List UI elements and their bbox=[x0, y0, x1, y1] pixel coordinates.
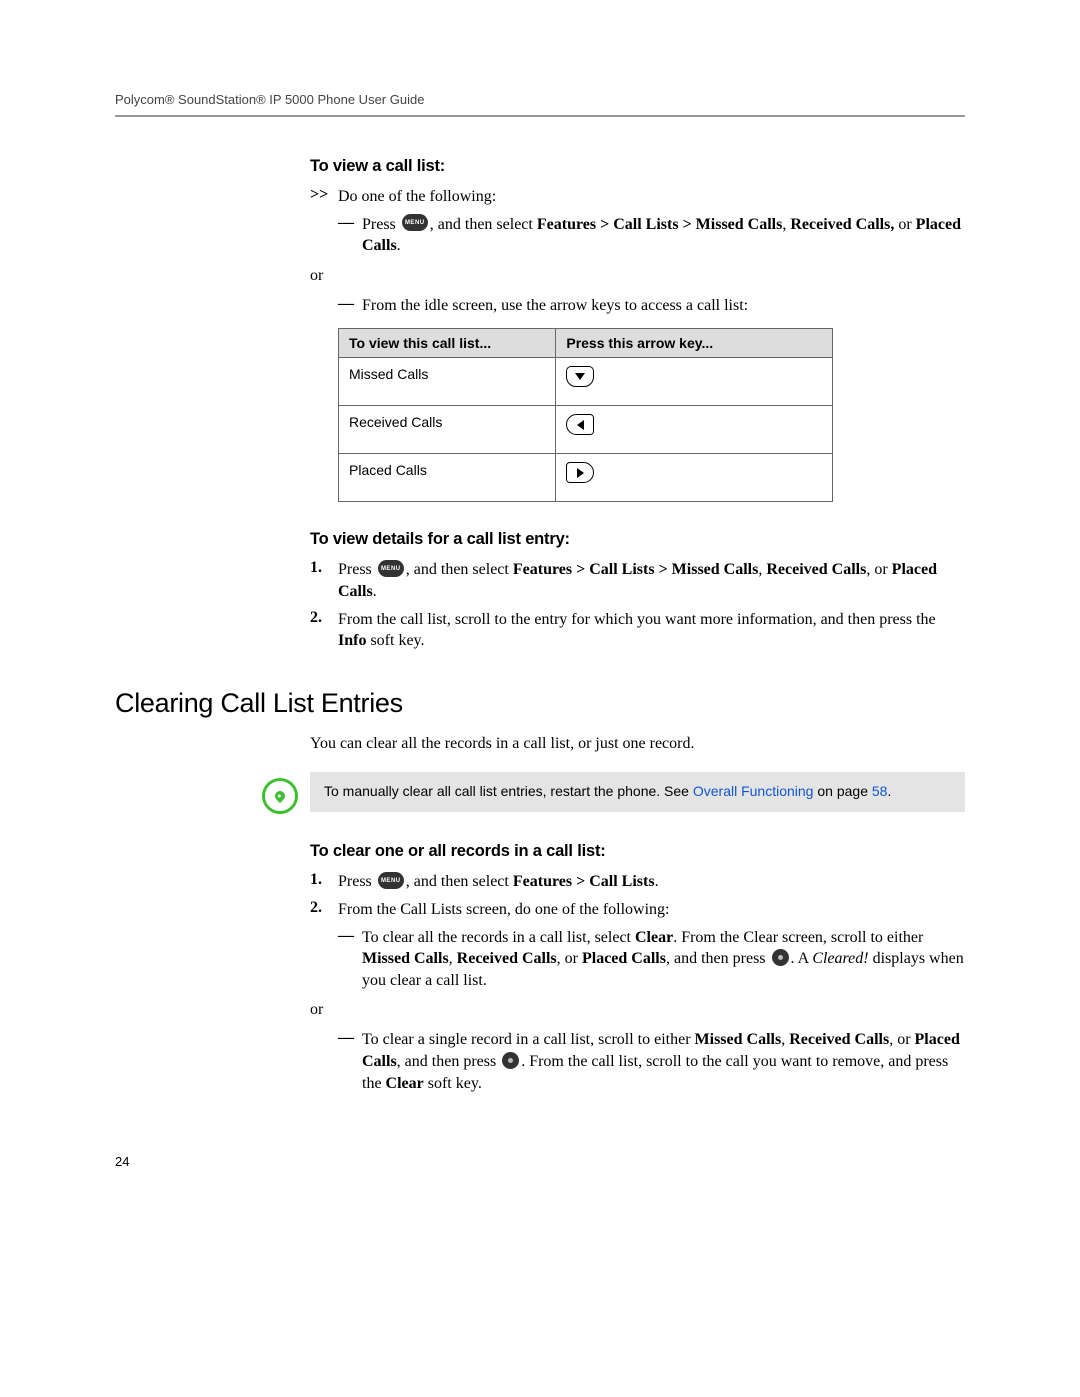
select-button-icon bbox=[502, 1052, 519, 1069]
step-text: From the call list, scroll to the entry … bbox=[338, 609, 965, 652]
cell-key-left bbox=[556, 406, 833, 454]
menu-button-icon: MENU bbox=[402, 214, 428, 231]
dash-marker: — bbox=[338, 1029, 362, 1094]
cell-received: Received Calls bbox=[339, 406, 556, 454]
table-row: Placed Calls bbox=[339, 454, 833, 502]
table-row: Missed Calls bbox=[339, 358, 833, 406]
or-separator: or bbox=[310, 267, 965, 285]
h2-clearing-entries: Clearing Call List Entries bbox=[115, 688, 965, 719]
option-clear-all: — To clear all the records in a call lis… bbox=[338, 927, 965, 992]
dash-marker: — bbox=[338, 295, 362, 317]
link-overall-functioning[interactable]: Overall Functioning bbox=[693, 783, 814, 799]
arrow-left-icon bbox=[566, 414, 594, 435]
running-header: Polycom® SoundStation® IP 5000 Phone Use… bbox=[115, 92, 965, 117]
arrow-key-table: To view this call list... Press this arr… bbox=[338, 328, 833, 502]
marker-chevrons: >> bbox=[310, 186, 338, 208]
dash-marker: — bbox=[338, 927, 362, 992]
option-press-menu: — Press MENU, and then select Features >… bbox=[338, 214, 965, 257]
option-text: To clear all the records in a call list,… bbox=[362, 927, 965, 992]
note-box: To manually clear all call list entries,… bbox=[250, 772, 965, 814]
step-2: 2. From the Call Lists screen, do one of… bbox=[310, 899, 965, 921]
option-text: To clear a single record in a call list,… bbox=[362, 1029, 965, 1094]
step-1: 1. Press MENU, and then select Features … bbox=[310, 871, 965, 893]
dash-marker: — bbox=[338, 214, 362, 257]
option-clear-single: — To clear a single record in a call lis… bbox=[338, 1029, 965, 1094]
select-button-icon bbox=[772, 949, 789, 966]
subhead-view-call-list: To view a call list: bbox=[310, 157, 965, 176]
arrow-down-icon bbox=[566, 366, 594, 387]
step-do-one: >> Do one of the following: bbox=[310, 186, 965, 208]
cell-placed: Placed Calls bbox=[339, 454, 556, 502]
option-text: Press MENU, and then select Features > C… bbox=[362, 214, 965, 257]
menu-button-icon: MENU bbox=[378, 560, 404, 577]
intro-text: You can clear all the records in a call … bbox=[310, 733, 965, 755]
cell-missed: Missed Calls bbox=[339, 358, 556, 406]
cell-key-right bbox=[556, 454, 833, 502]
option-arrow-keys: — From the idle screen, use the arrow ke… bbox=[338, 295, 965, 317]
step-lead: Do one of the following: bbox=[338, 186, 965, 208]
page-number: 24 bbox=[115, 1154, 965, 1169]
link-page-58[interactable]: 58 bbox=[872, 783, 888, 799]
step-text: Press MENU, and then select Features > C… bbox=[338, 559, 965, 602]
note-text: To manually clear all call list entries,… bbox=[310, 772, 965, 812]
marker-1: 1. bbox=[310, 871, 338, 893]
step-1: 1. Press MENU, and then select Features … bbox=[310, 559, 965, 602]
th-arrow-key: Press this arrow key... bbox=[556, 329, 833, 358]
option-text: From the idle screen, use the arrow keys… bbox=[362, 295, 965, 317]
arrow-right-icon bbox=[566, 462, 594, 483]
marker-2: 2. bbox=[310, 899, 338, 921]
th-call-list: To view this call list... bbox=[339, 329, 556, 358]
tip-icon bbox=[262, 778, 298, 814]
step-text: Press MENU, and then select Features > C… bbox=[338, 871, 965, 893]
subhead-view-details: To view details for a call list entry: bbox=[310, 530, 965, 549]
step-text: From the Call Lists screen, do one of th… bbox=[338, 899, 965, 921]
subhead-clear-records: To clear one or all records in a call li… bbox=[310, 842, 965, 861]
menu-button-icon: MENU bbox=[378, 872, 404, 889]
or-separator: or bbox=[310, 1001, 965, 1019]
step-2: 2. From the call list, scroll to the ent… bbox=[310, 609, 965, 652]
cell-key-down bbox=[556, 358, 833, 406]
table-row: Received Calls bbox=[339, 406, 833, 454]
marker-2: 2. bbox=[310, 609, 338, 652]
marker-1: 1. bbox=[310, 559, 338, 602]
